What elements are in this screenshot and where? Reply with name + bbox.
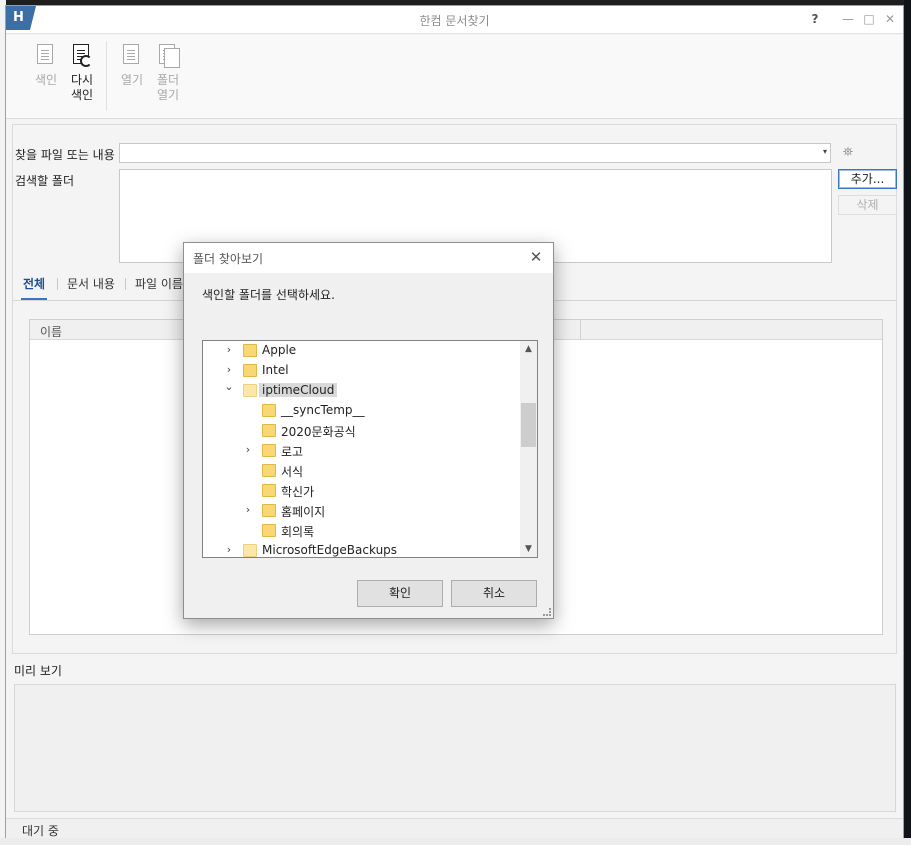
- query-label: 찾을 파일 또는 내용: [15, 148, 115, 162]
- tree-item-label: MicrosoftEdgeBackups: [262, 543, 398, 557]
- status-text: 대기 중: [22, 824, 59, 838]
- tree-item[interactable]: › Apple: [203, 341, 521, 361]
- chevron-right-icon[interactable]: ›: [223, 343, 235, 356]
- delete-folder-button[interactable]: 삭제: [838, 195, 897, 215]
- scroll-up-icon[interactable]: ▲: [520, 341, 537, 357]
- window-title: 한컴 문서찾기: [419, 14, 490, 28]
- tree-item[interactable]: › Intel: [203, 361, 521, 381]
- reindex-label-line2: 색인: [70, 88, 94, 102]
- tree-item[interactable]: 2020문화공식: [203, 421, 521, 441]
- cancel-button[interactable]: 취소: [451, 580, 537, 607]
- tab-document-content[interactable]: 문서 내용: [65, 275, 117, 301]
- minimize-button[interactable]: —: [839, 10, 857, 28]
- chevron-down-icon[interactable]: ▾: [823, 147, 827, 156]
- dialog-title: 폴더 찾아보기: [193, 252, 264, 266]
- document-refresh-icon: [70, 43, 94, 69]
- preview-pane: [14, 684, 896, 812]
- dialog-title-bar[interactable]: 폴더 찾아보기 ✕: [184, 243, 553, 273]
- folder-icon: [262, 404, 276, 417]
- chevron-down-icon[interactable]: ⌄: [223, 380, 235, 393]
- scroll-down-icon[interactable]: ▼: [520, 541, 537, 557]
- folder-icon: [262, 444, 276, 457]
- resize-grip-icon[interactable]: [543, 608, 551, 616]
- folder-icon: [262, 484, 276, 497]
- scroll-thumb[interactable]: [521, 403, 536, 447]
- document-index-icon: [34, 43, 58, 69]
- folder-icon: [243, 544, 257, 557]
- help-button[interactable]: ?: [806, 10, 824, 28]
- open-folder-label-line2: 열기: [156, 88, 180, 102]
- open-folder-label-line1: 폴더: [156, 73, 180, 87]
- column-separator[interactable]: [580, 320, 581, 340]
- tree-item[interactable]: 학신가: [203, 481, 521, 501]
- tree-item-label: iptimeCloud: [259, 383, 338, 397]
- tree-item[interactable]: 서식: [203, 461, 521, 481]
- tree-item[interactable]: › MicrosoftEdgeBackups: [203, 541, 521, 557]
- tree-item-label: 회의록: [281, 525, 315, 539]
- tab-all[interactable]: 전체: [21, 275, 48, 301]
- tab-separator: [57, 278, 58, 290]
- add-folder-button[interactable]: 추가...: [838, 169, 897, 189]
- folder-icon: [243, 364, 257, 377]
- folder-icon: [262, 464, 276, 477]
- column-name-header[interactable]: 이름: [40, 323, 62, 340]
- tab-file-name[interactable]: 파일 이름: [133, 275, 185, 301]
- folder-label: 검색할 폴더: [15, 174, 75, 188]
- open-button[interactable]: 열기: [114, 43, 150, 88]
- tree-item-label: 로고: [281, 445, 304, 459]
- chevron-right-icon[interactable]: ›: [223, 363, 235, 376]
- background-taskbar-strip: [0, 838, 911, 845]
- tree-item-label: 2020문화공식: [281, 425, 356, 439]
- document-open-icon: [120, 43, 144, 69]
- close-icon[interactable]: ✕: [527, 248, 545, 266]
- tab-separator: [125, 278, 126, 290]
- reindex-button[interactable]: 다시 색인: [64, 43, 100, 103]
- folder-browse-dialog: 폴더 찾아보기 ✕ 색인할 폴더를 선택하세요. › Apple › Intel…: [183, 242, 554, 619]
- title-bar[interactable]: H 한컴 문서찾기 ? — □ ✕: [6, 6, 903, 34]
- tree-item-label: Intel: [262, 363, 289, 377]
- ribbon-separator: [106, 41, 107, 111]
- tree-item-label: 홈페이지: [281, 505, 326, 519]
- folder-icon: [262, 504, 276, 517]
- tree-item[interactable]: 회의록: [203, 521, 521, 541]
- query-combobox[interactable]: ▾: [119, 143, 831, 163]
- dialog-message: 색인할 폴더를 선택하세요.: [202, 288, 335, 302]
- open-label: 열기: [120, 73, 144, 87]
- folder-open-icon: [243, 384, 257, 397]
- ribbon-toolbar: 색인 다시 색인 열기 폴더 열기: [6, 35, 903, 119]
- folder-icon: [262, 524, 276, 537]
- index-label: 색인: [34, 73, 58, 87]
- close-button[interactable]: ✕: [881, 10, 899, 28]
- chevron-right-icon[interactable]: ›: [242, 443, 254, 456]
- documents-folder-icon: [156, 43, 180, 69]
- tree-item[interactable]: › 홈페이지: [203, 501, 521, 521]
- ok-button[interactable]: 확인: [357, 580, 443, 607]
- tree-item-label: Apple: [262, 343, 297, 357]
- tree-item-label: 서식: [281, 465, 304, 479]
- tree-item[interactable]: __syncTemp__: [203, 401, 521, 421]
- binoculars-search-icon[interactable]: ⛯: [839, 143, 857, 163]
- chevron-right-icon[interactable]: ›: [223, 543, 235, 556]
- folder-icon: [243, 344, 257, 357]
- tree-scrollbar[interactable]: ▲ ▼: [520, 341, 537, 557]
- chevron-right-icon[interactable]: ›: [242, 503, 254, 516]
- open-folder-button[interactable]: 폴더 열기: [150, 43, 186, 103]
- index-button[interactable]: 색인: [28, 43, 64, 88]
- tree-item-label: 학신가: [281, 485, 315, 499]
- status-bar: 대기 중: [6, 818, 903, 838]
- preview-label: 미리 보기: [14, 664, 62, 678]
- background-desktop-strip: [904, 0, 911, 845]
- folder-icon: [262, 424, 276, 437]
- tree-item-selected[interactable]: ⌄ iptimeCloud: [203, 380, 521, 401]
- maximize-button[interactable]: □: [860, 10, 878, 28]
- reindex-label-line1: 다시: [70, 73, 94, 87]
- tree-item-label: __syncTemp__: [281, 403, 365, 417]
- folder-tree[interactable]: › Apple › Intel ⌄ iptimeCloud __syncTemp…: [202, 340, 538, 558]
- tree-item[interactable]: › 로고: [203, 441, 521, 461]
